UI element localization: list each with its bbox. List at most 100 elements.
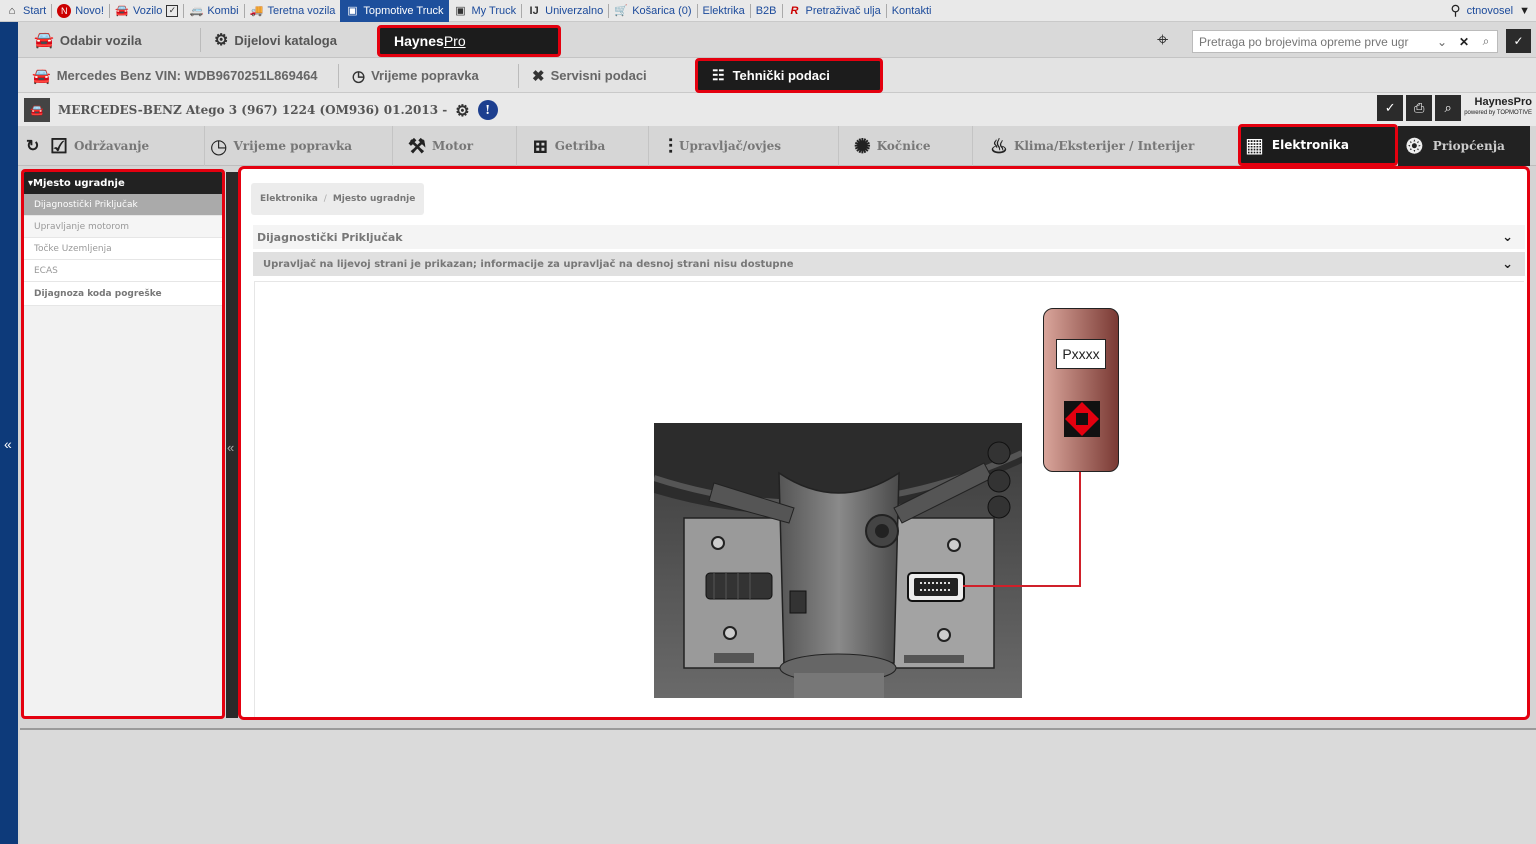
category-label: Motor [431,139,474,153]
category-getriba[interactable]: ⊞ Getriba [532,126,605,166]
search-icon[interactable]: ⌕ [1475,34,1497,49]
tab-label: Dijelovi kataloga [234,32,337,48]
sidebar-item-tocke-uzemljenja[interactable]: Točke Uzemljenja [24,238,222,260]
dijelovi-kataloga-tab[interactable]: ⚙ Dijelovi kataloga [214,22,337,58]
repair-toolbar: 🚘 Mercedes Benz VIN: WDB9670251L869464 ◷ V… [18,58,1536,93]
check-icon[interactable]: ✓ [1377,95,1404,121]
nav-elektrika[interactable]: Elektrika [698,0,750,22]
chevron-down-icon[interactable]: ▼ [1519,5,1530,17]
new-badge-icon: N [57,3,72,18]
clock-icon: ◷ [352,67,366,85]
sidebar-header[interactable]: ▾Mjesto ugradnje [24,172,222,194]
print-icon[interactable]: ⎙ [1406,95,1433,121]
category-klima-interijer[interactable]: ♨ Klima/Eksterijer / Interijer [990,126,1194,166]
nav-univerzalno[interactable]: IJ Univerzalno [522,0,608,22]
category-odrzavanje[interactable]: ☑ Održavanje [50,126,149,166]
nav-novo[interactable]: N Novo! [52,0,109,22]
divider [516,126,517,166]
tools-icon: ✖ [532,67,545,85]
user-menu[interactable]: ⚲ ctnovosel ▼ [1450,2,1536,19]
nav-topmotive-truck[interactable]: ▣ Topmotive Truck [340,0,449,22]
haynes-pro-logo: HaynesPro powered by TOPMOTIVE [1464,97,1532,119]
sidebar-item-dijagnoza-koda[interactable]: Dijagnoza koda pogreške [24,282,222,306]
haynes-pro-tab[interactable]: Haynes Pro [377,25,561,57]
info-icon[interactable]: ! [477,100,498,120]
nav-label: Kombi [207,4,239,17]
category-vrijeme-popravka[interactable]: ◷ Vrijeme popravka [210,126,352,166]
nav-vozilo[interactable]: 🚘 Vozilo ✓ [110,0,183,22]
vehicle-name: MERCEDES-BENZ Atego 3 (967) 1224 (OM936)… [58,103,448,117]
car-search-icon: 🚘 [32,67,51,85]
vehicle-vin-tab[interactable]: 🚘 Mercedes Benz VIN: WDB9670251L869464 [32,58,318,93]
chevron-down-icon[interactable]: ⌄ [1502,257,1513,272]
divider [838,126,839,166]
chevron-down-icon[interactable]: ⌄ [1431,35,1453,49]
nav-start[interactable]: ⌂ Start [0,0,51,22]
dashboard-illustration [654,423,1022,698]
sidebar-item-dijagnosticki-prikljucak[interactable]: Dijagnostički Priključak [24,194,222,216]
divider [972,126,973,166]
nav-label: Teretna vozila [267,4,336,17]
car-search-icon[interactable]: 🚘 [24,98,50,122]
equipment-search[interactable]: ⌄ ✕ ⌕ [1192,30,1498,53]
parts-catalog-icon: ⚙ [214,32,229,49]
breadcrumb-item[interactable]: Mjesto ugradnje [333,194,416,204]
category-priopcenja[interactable]: ❂ Priopćenja [1398,126,1530,166]
nav-my-truck[interactable]: ▣ My Truck [449,0,522,22]
top-navigation: ⌂ Start N Novo! 🚘 Vozilo ✓ 🚐 Kombi 🚚 Teretna v… [0,0,1536,22]
cart-icon: 🛒 [614,5,629,17]
engine-search-icon[interactable]: ⚙ [455,101,469,120]
tehnicki-podaci-tab[interactable]: ☷ Tehnički podaci [695,58,883,93]
left-collapse-strip[interactable]: « [0,22,18,844]
close-icon[interactable]: ✕ [1453,35,1475,49]
checkbox-icon[interactable]: ✓ [166,4,179,17]
nav-label: Kontakti [891,4,932,17]
sidebar-item-ecas[interactable]: ECAS [24,260,222,282]
category-upravljac-ovjes[interactable]: ⫶ Upravljač/ovjes [668,126,781,166]
connector-label-text: Pxxxx [1062,346,1100,362]
nav-pretrazivac-ulja[interactable]: R Pretraživač ulja [783,0,886,22]
odabir-vozila-tab[interactable]: 🚘 Odabir vozila [34,22,142,58]
installation-sidebar: ▾Mjesto ugradnje Dijagnostički Priključa… [21,169,225,719]
nav-b2b[interactable]: B2B [751,0,782,22]
double-chevron-left-icon[interactable]: « [227,440,234,455]
equipment-search-input[interactable] [1193,31,1431,52]
nav-label: Pretraživač ulja [805,4,881,17]
vrijeme-popravka-tab[interactable]: ◷ Vrijeme popravka [352,58,479,93]
tab-label: Mercedes Benz VIN: WDB9670251L869464 [56,68,318,83]
nav-label: Univerzalno [545,4,604,17]
nav-label: Košarica (0) [632,4,692,17]
car-icon: 🚘 [115,5,129,17]
category-motor[interactable]: ⚒ Motor [408,126,473,166]
accordion-dijagnosticki-prikljucak[interactable]: Dijagnostički Priključak ⌄ [253,225,1525,249]
chevron-down-icon[interactable]: ⌄ [1502,230,1513,245]
tab-label: Tehnički podaci [732,68,830,83]
quick-check-icon[interactable]: ✓ [1506,29,1531,53]
mytruck-icon: ▣ [455,5,466,17]
accordion-steering-note[interactable]: Upravljač na lijevoj strani je prikazan;… [253,252,1525,276]
crosshair-icon[interactable]: ⌖ [1157,29,1168,52]
breadcrumb-item[interactable]: Elektronika [260,194,318,204]
clock-icon: ◷ [210,134,228,158]
refresh-icon[interactable]: ↻ [26,136,39,156]
divider [338,64,339,88]
nav-teretna-vozila[interactable]: 🚚 Teretna vozila [245,0,341,22]
accordion-title: Dijagnostički Priključak [257,230,403,244]
nav-kontakti[interactable]: Kontakti [887,0,937,22]
sidebar-collapse-bar[interactable]: « [226,172,238,718]
connector-marker[interactable]: Pxxxx [1043,308,1119,472]
servisni-podaci-tab[interactable]: ✖ Servisni podaci [532,58,647,93]
home-icon: ⌂ [8,4,16,17]
sidebar-item-upravljanje-motorom[interactable]: Upravljanje motorom [24,216,222,238]
double-chevron-left-icon[interactable]: « [4,436,12,452]
category-elektronika[interactable]: ▦ Elektronika [1238,124,1398,166]
category-label: Klima/Eksterijer / Interijer [1013,139,1195,153]
brake-icon: ✺ [854,134,871,158]
category-kocnice[interactable]: ✺ Kočnice [854,126,930,166]
magnify-icon[interactable]: ⌕ [1435,95,1462,121]
breadcrumb-separator: / [323,194,327,204]
nav-kombi[interactable]: 🚐 Kombi [184,0,243,22]
diagram-canvas[interactable]: Pxxxx + − ⛶ ▲ ◀ ▶ ▼ [254,281,1524,717]
universal-icon: IJ [529,4,539,17]
nav-kosarica[interactable]: 🛒 Košarica (0) [609,0,696,22]
